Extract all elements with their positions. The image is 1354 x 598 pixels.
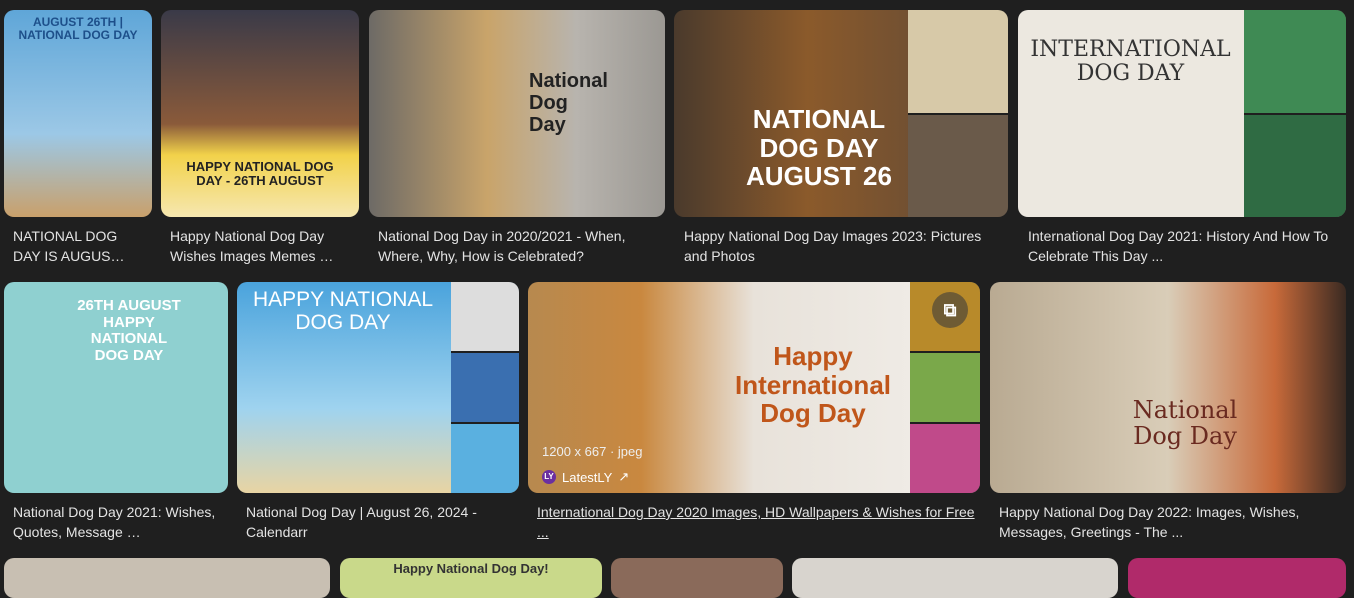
result-title[interactable]: National Dog Day | August 26, 2024 - Cal… — [246, 503, 511, 542]
result-thumbnail[interactable] — [792, 558, 1118, 598]
image-dimensions: 1200 x 667 · jpeg — [542, 444, 643, 459]
result-title[interactable]: Happy National Dog Day Wishes Images Mem… — [170, 227, 350, 266]
result-thumbnail[interactable] — [611, 558, 783, 598]
result-thumbnail[interactable] — [1128, 558, 1346, 598]
result-thumbnail[interactable]: HAPPY NATIONAL DOG DAY — [237, 282, 519, 493]
source-favicon: LY — [542, 470, 556, 484]
result-thumbnail[interactable]: National Dog Day — [990, 282, 1346, 493]
result-title[interactable]: National Dog Day in 2020/2021 - When, Wh… — [378, 227, 658, 266]
result-title[interactable]: NATIONAL DOG DAY IS AUGUS… — [13, 227, 143, 266]
result-thumbnail[interactable] — [4, 558, 330, 598]
result-thumbnail[interactable]: Happy International Dog Day ⧉ 1200 x 667… — [528, 282, 980, 493]
result-title[interactable]: Happy National Dog Day 2022: Images, Wis… — [999, 503, 1339, 542]
result-thumbnail[interactable]: HAPPY NATIONAL DOG DAY - 26TH AUGUST — [161, 10, 359, 217]
result-title[interactable]: International Dog Day 2020 Images, HD Wa… — [537, 503, 977, 542]
result-thumbnail[interactable]: 26TH AUGUST HAPPY NATIONAL DOG DAY — [4, 282, 228, 493]
result-title[interactable]: International Dog Day 2021: History And … — [1028, 227, 1338, 266]
result-thumbnail[interactable]: NATIONAL DOG DAY AUGUST 26 — [674, 10, 1008, 217]
result-thumbnail[interactable]: Happy National Dog Day! — [340, 558, 602, 598]
result-thumbnail[interactable]: National Dog Day — [369, 10, 665, 217]
result-thumbnail[interactable]: INTERNATIONAL DOG DAY — [1018, 10, 1346, 217]
result-title[interactable]: Happy National Dog Day Images 2023: Pict… — [684, 227, 994, 266]
result-thumbnail[interactable]: AUGUST 26TH | NATIONAL DOG DAY — [4, 10, 152, 217]
add-to-collection-icon[interactable]: ⧉ — [932, 292, 968, 328]
result-title[interactable]: National Dog Day 2021: Wishes, Quotes, M… — [13, 503, 223, 542]
source-link[interactable]: LY LatestLY ↗ — [542, 469, 629, 485]
external-link-icon: ↗ — [618, 469, 630, 484]
